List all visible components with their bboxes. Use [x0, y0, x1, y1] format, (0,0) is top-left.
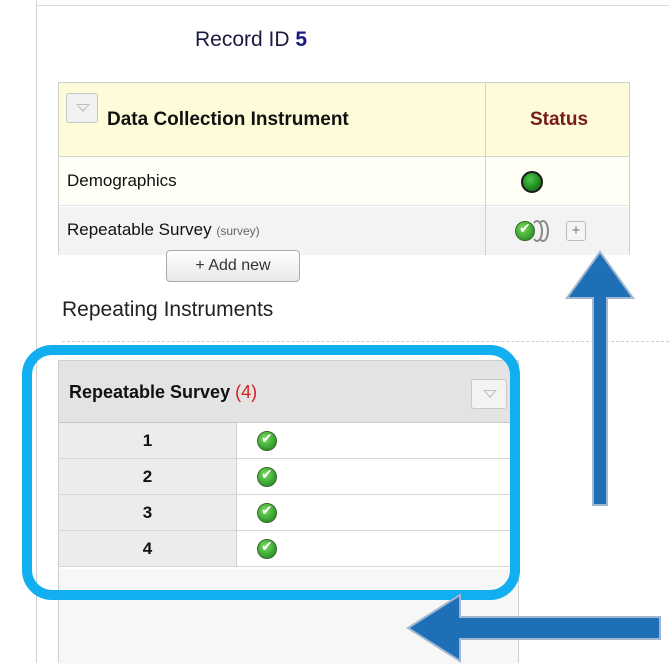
status-column-header: Status — [529, 109, 589, 130]
section-divider — [62, 341, 669, 342]
instrument-name-demographics: Demographics — [67, 171, 177, 190]
table-row: Repeatable Survey (survey) + — [59, 207, 629, 255]
column-divider — [485, 83, 486, 255]
table-header: Data Collection Instrument Status — [59, 83, 629, 157]
up-arrow-icon — [565, 250, 635, 506]
record-title: Record ID 5 — [36, 28, 466, 52]
panel-top-border — [36, 5, 669, 6]
record-label: Record ID — [194, 28, 290, 51]
instrument-status-table: Data Collection Instrument Status Demogr… — [58, 82, 630, 255]
record-id: 5 — [295, 28, 308, 51]
instrument-name-label: Repeatable Survey — [67, 220, 212, 239]
collapse-table-button[interactable] — [66, 93, 98, 123]
instrument-column-header: Data Collection Instrument — [107, 109, 349, 130]
table-row: Demographics — [59, 158, 629, 206]
survey-complete-multiple-icon[interactable] — [515, 220, 555, 244]
stack-ring-icon — [537, 220, 549, 242]
survey-tag: (survey) — [216, 224, 260, 238]
add-instance-button[interactable]: + — [566, 221, 586, 241]
instrument-name-repeatable-survey: Repeatable Survey (survey) — [67, 220, 260, 240]
repeating-instruments-heading: Repeating Instruments — [62, 298, 274, 321]
highlight-box — [22, 345, 520, 600]
add-new-instance-button[interactable]: + Add new — [166, 250, 300, 282]
complete-status-icon[interactable] — [521, 171, 543, 193]
chevron-down-icon — [76, 104, 90, 112]
